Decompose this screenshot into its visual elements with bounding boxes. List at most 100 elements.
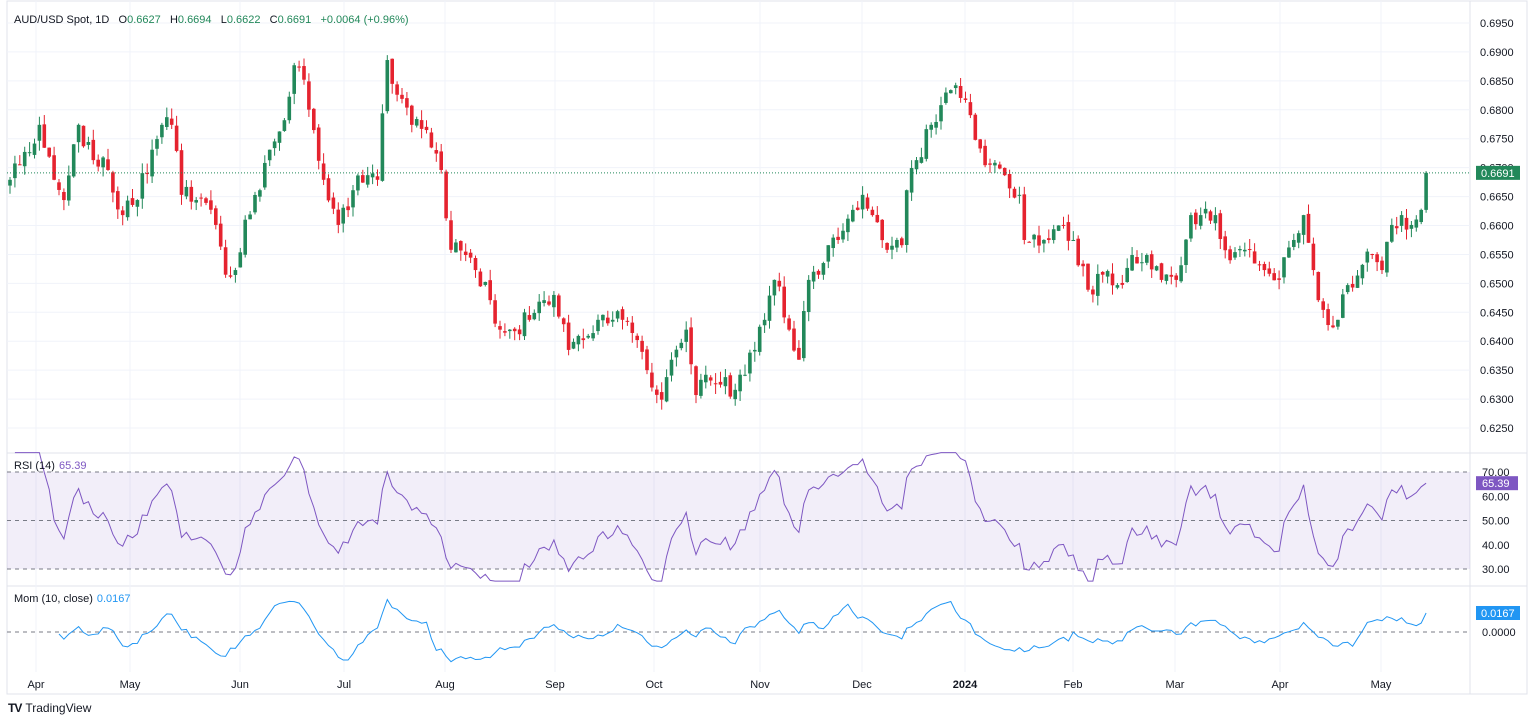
candle-body xyxy=(1037,235,1041,246)
candle-body xyxy=(400,94,404,99)
candle-body xyxy=(1071,239,1076,241)
candle-body xyxy=(405,98,409,108)
candle-body xyxy=(414,119,419,126)
candle-body xyxy=(321,163,326,180)
candle-body xyxy=(380,113,385,181)
y-tick-label: 0.6800 xyxy=(1480,105,1514,117)
candle-body xyxy=(517,329,522,335)
y-tick-label: 0.6650 xyxy=(1480,192,1514,204)
candle-body xyxy=(233,270,238,275)
candle-body xyxy=(757,326,762,352)
candle-body xyxy=(272,141,277,149)
candle-body xyxy=(1257,264,1262,266)
candle-body xyxy=(596,319,600,332)
candle-body xyxy=(468,252,473,258)
candle-body xyxy=(1360,264,1365,279)
candle-body xyxy=(1194,212,1198,225)
candle-body xyxy=(96,159,100,167)
candle-body xyxy=(228,275,233,277)
candle-body xyxy=(610,319,615,322)
candle-body xyxy=(1292,239,1296,247)
y-tick-label: 0.6450 xyxy=(1480,307,1514,319)
candle-body xyxy=(1110,273,1115,286)
candle-body xyxy=(606,317,610,324)
candle-body xyxy=(1252,251,1257,264)
candle-body xyxy=(1179,265,1183,282)
candle-body xyxy=(101,157,105,168)
last-price-text: 0.6691 xyxy=(1481,168,1515,180)
candle-body xyxy=(841,230,845,240)
candle-body xyxy=(459,241,463,251)
candle-body xyxy=(111,172,115,193)
candle-body xyxy=(532,312,537,320)
candle-body xyxy=(919,157,924,163)
candle-body xyxy=(1140,262,1144,264)
candle-body xyxy=(1198,215,1203,226)
candle-body xyxy=(346,206,350,211)
candle-body xyxy=(1336,319,1340,327)
candle-body xyxy=(150,149,154,177)
candle-body xyxy=(1243,249,1247,252)
candle-body xyxy=(189,186,194,202)
candle-body xyxy=(223,247,228,275)
y-tick-label: 0.6750 xyxy=(1480,134,1514,146)
mom-value-tag-text: 0.0167 xyxy=(1481,608,1515,620)
candle-body xyxy=(635,335,639,341)
rsi-axis-label: 60.00 xyxy=(1482,491,1510,503)
candle-body xyxy=(958,85,963,98)
candle-body xyxy=(557,295,561,317)
candle-body xyxy=(1262,263,1267,271)
candle-body xyxy=(1233,252,1237,258)
candle-body xyxy=(297,66,301,68)
rsi-axis-label: 30.00 xyxy=(1482,564,1510,576)
open-value: 0.6627 xyxy=(127,14,161,26)
candle-body xyxy=(508,329,512,332)
candle-body xyxy=(792,328,796,351)
rsi-axis-label: 50.00 xyxy=(1482,516,1510,528)
candle-body xyxy=(978,139,982,149)
candle-body xyxy=(777,280,782,287)
candle-body xyxy=(664,377,669,402)
candle-body xyxy=(1149,254,1154,270)
candle-body xyxy=(640,340,644,352)
candle-body xyxy=(503,331,507,333)
candle-body xyxy=(1076,238,1080,266)
candle-body xyxy=(973,114,978,140)
candle-body xyxy=(1296,233,1301,243)
candle-body xyxy=(1394,226,1399,229)
candle-body xyxy=(880,219,884,241)
y-tick-label: 0.6850 xyxy=(1480,76,1514,88)
candle-body xyxy=(865,197,870,209)
x-tick-label: Nov xyxy=(750,679,770,691)
candle-body xyxy=(914,160,919,170)
candle-body xyxy=(57,182,61,190)
x-tick-label: May xyxy=(1371,679,1392,691)
candle-body xyxy=(934,121,938,128)
candle-body xyxy=(1370,254,1374,256)
candle-body xyxy=(890,245,894,250)
candle-body xyxy=(924,129,929,159)
candle-body xyxy=(870,209,875,216)
candle-body xyxy=(1164,274,1169,281)
price-chart[interactable]: Apr May Jun Jul Aug Sep Oct Nov Dec 2024 Feb Mar Apr… xyxy=(0,0,1536,722)
candle-body xyxy=(287,96,292,121)
candle-body xyxy=(1223,236,1227,251)
candle-body xyxy=(1228,249,1232,261)
candle-body xyxy=(762,319,767,326)
candle-body xyxy=(18,164,22,166)
tradingview-logo[interactable]: TV TradingView xyxy=(8,701,91,715)
candle-body xyxy=(522,312,527,337)
candle-body xyxy=(1316,271,1321,301)
change-value: +0.0064 (+0.96%) xyxy=(320,14,409,26)
candle-body xyxy=(424,126,429,131)
candle-body xyxy=(846,218,850,233)
candle-body xyxy=(1282,257,1286,278)
x-tick-label: Apr xyxy=(27,679,44,691)
candle-body xyxy=(488,280,492,301)
x-tick-label: Sep xyxy=(545,679,565,691)
high-value: 0.6694 xyxy=(177,14,212,26)
candle-body xyxy=(483,281,488,285)
candle-body xyxy=(243,219,247,255)
candle-body xyxy=(561,318,566,325)
candle-body xyxy=(263,162,267,188)
